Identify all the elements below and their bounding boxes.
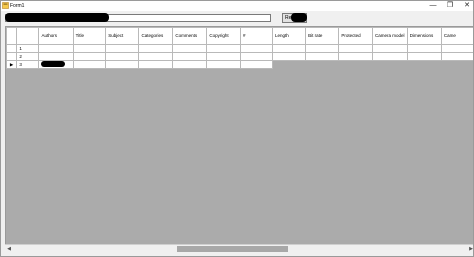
column-header-title[interactable]: Title bbox=[72, 27, 107, 45]
column-header-categories[interactable]: Categories bbox=[138, 27, 174, 45]
table-cell[interactable] bbox=[206, 60, 242, 69]
row-header[interactable] bbox=[6, 52, 18, 61]
redacted-path-text bbox=[5, 13, 109, 22]
row-header-current[interactable]: ▶ bbox=[6, 60, 18, 69]
table-cell[interactable] bbox=[172, 60, 208, 69]
table-row[interactable]: 1 bbox=[6, 44, 473, 53]
table-cell[interactable] bbox=[138, 44, 174, 53]
table-cell[interactable] bbox=[72, 60, 107, 69]
title-bar[interactable]: Form1 — ❐ ✕ bbox=[1, 1, 473, 11]
table-cell[interactable] bbox=[240, 44, 274, 53]
table-cell[interactable] bbox=[206, 52, 242, 61]
window-title: Form1 bbox=[10, 3, 25, 9]
table-cell[interactable] bbox=[406, 52, 442, 61]
table-row[interactable]: 2 bbox=[6, 52, 473, 61]
table-cell[interactable] bbox=[72, 44, 107, 53]
row-number-cell[interactable]: 1 bbox=[16, 44, 40, 53]
main-window: Form1 — ❐ ✕ Read Authors Title bbox=[0, 0, 474, 257]
redacted-button-text bbox=[291, 13, 307, 22]
table-cell[interactable] bbox=[272, 44, 307, 53]
column-header-comments[interactable]: Comments bbox=[172, 27, 208, 45]
table-cell[interactable] bbox=[172, 44, 208, 53]
table-cell[interactable] bbox=[406, 44, 442, 53]
row-number-cell[interactable]: 2 bbox=[16, 52, 40, 61]
column-header-row: Authors Title Subject Categories Comment… bbox=[6, 27, 473, 45]
scrollbar-thumb[interactable] bbox=[177, 246, 288, 252]
table-cell[interactable] bbox=[272, 52, 307, 61]
app-icon bbox=[2, 2, 9, 9]
table-cell[interactable] bbox=[38, 44, 74, 53]
row-number-cell[interactable]: 3 bbox=[16, 60, 40, 69]
table-cell[interactable] bbox=[38, 52, 74, 61]
horizontal-scrollbar[interactable]: ◀ ▶ bbox=[5, 244, 473, 253]
corner-header[interactable] bbox=[6, 27, 18, 45]
table-cell[interactable] bbox=[372, 44, 408, 53]
column-header-authors[interactable]: Authors bbox=[38, 27, 74, 45]
data-grid-view[interactable]: Authors Title Subject Categories Comment… bbox=[5, 26, 474, 252]
scroll-left-icon[interactable]: ◀ bbox=[5, 245, 13, 253]
table-cell[interactable] bbox=[372, 52, 408, 61]
column-header-camera-maker[interactable]: Came bbox=[440, 27, 473, 45]
column-header-row-number[interactable] bbox=[16, 27, 40, 45]
table-cell[interactable] bbox=[105, 44, 140, 53]
table-cell[interactable] bbox=[105, 52, 140, 61]
column-header-protected[interactable]: Protected bbox=[338, 27, 374, 45]
table-cell[interactable] bbox=[440, 44, 473, 53]
column-header-bit-rate[interactable]: Bit rate bbox=[305, 27, 340, 45]
table-cell[interactable] bbox=[206, 44, 242, 53]
table-cell[interactable] bbox=[305, 44, 340, 53]
row-header[interactable] bbox=[6, 44, 18, 53]
table-cell[interactable] bbox=[105, 60, 140, 69]
table-cell[interactable] bbox=[240, 60, 274, 69]
column-header-length[interactable]: Length bbox=[272, 27, 307, 45]
column-header-subject[interactable]: Subject bbox=[105, 27, 140, 45]
table-cell[interactable] bbox=[338, 44, 374, 53]
table-cell[interactable] bbox=[305, 52, 340, 61]
table-cell[interactable] bbox=[138, 60, 174, 69]
table-cell[interactable] bbox=[72, 52, 107, 61]
table-cell[interactable] bbox=[138, 52, 174, 61]
minimize-button[interactable]: — bbox=[425, 1, 441, 11]
scroll-right-icon[interactable]: ▶ bbox=[467, 245, 473, 253]
restore-button[interactable]: ❐ bbox=[442, 1, 458, 11]
table-row[interactable]: ▶ 3 bbox=[6, 60, 474, 69]
table-cell[interactable] bbox=[240, 52, 274, 61]
redacted-author-cell[interactable] bbox=[38, 60, 74, 69]
redacted-author-text bbox=[41, 61, 66, 68]
table-cell[interactable] bbox=[172, 52, 208, 61]
column-header-track-number[interactable]: # bbox=[240, 27, 274, 45]
file-properties-grid: Authors Title Subject Categories Comment… bbox=[6, 27, 474, 69]
column-header-dimensions[interactable]: Dimensions bbox=[406, 27, 442, 45]
close-button[interactable]: ✕ bbox=[459, 1, 473, 11]
table-cell[interactable] bbox=[440, 52, 473, 61]
column-header-camera-model[interactable]: Camera model bbox=[372, 27, 408, 45]
column-header-copyright[interactable]: Copyright bbox=[206, 27, 242, 45]
table-cell[interactable] bbox=[338, 52, 374, 61]
